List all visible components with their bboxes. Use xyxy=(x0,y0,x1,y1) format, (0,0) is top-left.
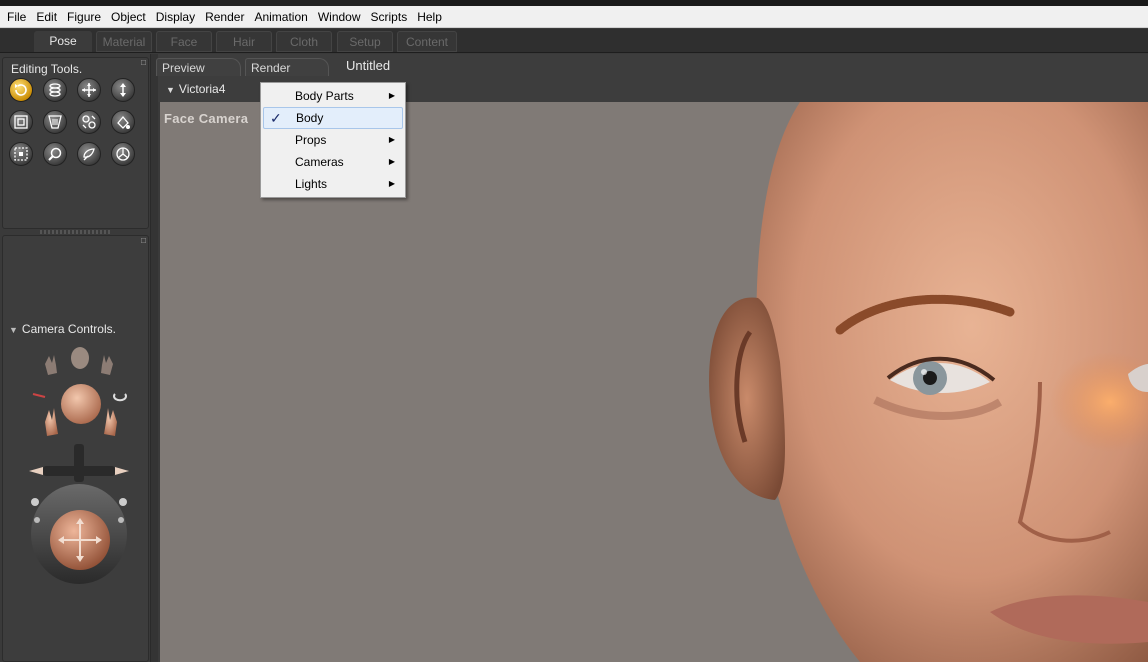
camera-controls-title: ▼ Camera Controls. xyxy=(9,322,116,336)
small-ball-left-icon[interactable] xyxy=(31,498,39,506)
editing-tools-title: Editing Tools. xyxy=(11,62,83,76)
color-icon[interactable] xyxy=(111,110,135,134)
cross-vertical-bar xyxy=(74,444,84,482)
palette-menu-icon[interactable] xyxy=(141,238,146,243)
camera-controls-graphic[interactable] xyxy=(23,344,135,584)
right-hand-icon[interactable] xyxy=(101,355,113,375)
grouping-icon[interactable] xyxy=(9,142,33,166)
menu-item-label: Body Parts xyxy=(295,89,354,103)
pointer-left-icon[interactable] xyxy=(29,467,43,475)
menu-figure[interactable]: Figure xyxy=(62,6,106,28)
direct-manipulation-icon[interactable] xyxy=(111,142,135,166)
menu-bar: File Edit Figure Object Display Render A… xyxy=(0,6,1148,28)
taper-icon[interactable] xyxy=(43,110,67,134)
menu-edit[interactable]: Edit xyxy=(31,6,62,28)
chain-break-icon[interactable] xyxy=(77,110,101,134)
panel-resize-grip[interactable] xyxy=(40,230,110,234)
tab-hair[interactable]: Hair xyxy=(216,31,272,52)
menu-object[interactable]: Object xyxy=(106,6,151,28)
menu-help[interactable]: Help xyxy=(412,6,447,28)
menu-scripts[interactable]: Scripts xyxy=(366,6,413,28)
scale-icon[interactable] xyxy=(9,110,33,134)
submenu-arrow-icon: ▶ xyxy=(388,179,395,188)
top-face-icon[interactable] xyxy=(71,347,89,369)
morph-brush-icon[interactable] xyxy=(77,142,101,166)
left-panel: Editing Tools. ▼ Camera Controls. xyxy=(0,54,152,662)
tab-setup[interactable]: Setup xyxy=(337,31,393,52)
tab-render[interactable]: Render xyxy=(245,58,329,76)
view-magnifier-icon[interactable] xyxy=(43,142,67,166)
palette-menu-icon[interactable] xyxy=(141,60,146,65)
tab-pose[interactable]: Pose xyxy=(34,31,92,52)
pointer-right-icon[interactable] xyxy=(115,467,129,475)
editing-tools-palette: Editing Tools. xyxy=(2,57,149,229)
menu-file[interactable]: File xyxy=(2,6,31,28)
checkmark-icon: ✓ xyxy=(270,110,282,126)
translate-icon[interactable] xyxy=(77,78,101,102)
left-hand-icon[interactable] xyxy=(45,355,57,375)
submenu-arrow-icon: ▶ xyxy=(388,91,395,100)
collapse-triangle-icon[interactable]: ▼ xyxy=(9,325,18,335)
submenu-arrow-icon: ▶ xyxy=(388,157,395,166)
tab-preview[interactable]: Preview xyxy=(156,58,241,76)
menu-item-body[interactable]: ✓ Body xyxy=(263,107,403,129)
menu-render[interactable]: Render xyxy=(200,6,249,28)
rotate-icon[interactable] xyxy=(9,78,33,102)
menu-animation[interactable]: Animation xyxy=(249,6,312,28)
figure-selector-label: Victoria4 xyxy=(178,82,226,96)
camera-controls-palette: ▼ Camera Controls. xyxy=(2,235,149,662)
tab-content[interactable]: Content xyxy=(397,31,457,52)
twist-icon[interactable] xyxy=(43,78,67,102)
hand-right-large-icon[interactable] xyxy=(104,408,117,436)
menu-window[interactable]: Window xyxy=(313,6,366,28)
rotate-right-icon[interactable] xyxy=(113,393,127,402)
tab-material[interactable]: Material xyxy=(96,31,152,52)
head-camera-icon[interactable] xyxy=(61,384,101,424)
submenu-arrow-icon: ▶ xyxy=(388,135,395,144)
camera-controls-label: Camera Controls. xyxy=(21,322,116,336)
chevron-down-icon: ▼ xyxy=(166,85,175,95)
tab-cloth[interactable]: Cloth xyxy=(276,31,332,52)
figure-selector-dropdown: Body Parts ▶ ✓ Body Props ▶ Cameras ▶ Li… xyxy=(260,82,406,198)
room-tabs: Pose Material Face Hair Cloth Setup Cont… xyxy=(0,29,1148,53)
rotate-left-icon[interactable] xyxy=(32,393,46,398)
menu-item-lights[interactable]: Lights ▶ xyxy=(263,173,403,195)
menu-item-label: Cameras xyxy=(295,155,344,169)
translate-in-out-icon[interactable] xyxy=(111,78,135,102)
menu-item-props[interactable]: Props ▶ xyxy=(263,129,403,151)
small-ball-right-icon[interactable] xyxy=(119,498,127,506)
menu-display[interactable]: Display xyxy=(151,6,200,28)
menu-item-label: Lights xyxy=(295,177,328,191)
menu-item-cameras[interactable]: Cameras ▶ xyxy=(263,151,403,173)
left-panel-scrollbar[interactable] xyxy=(150,54,158,662)
figure-selector[interactable]: ▼ Victoria4 xyxy=(166,82,225,96)
menu-item-body-parts[interactable]: Body Parts ▶ xyxy=(263,85,403,107)
hand-left-large-icon[interactable] xyxy=(45,408,58,436)
menu-item-label: Props xyxy=(295,133,327,147)
tab-face[interactable]: Face xyxy=(156,31,212,52)
document-title: Untitled xyxy=(346,58,391,73)
menu-item-label: Body xyxy=(296,111,324,125)
